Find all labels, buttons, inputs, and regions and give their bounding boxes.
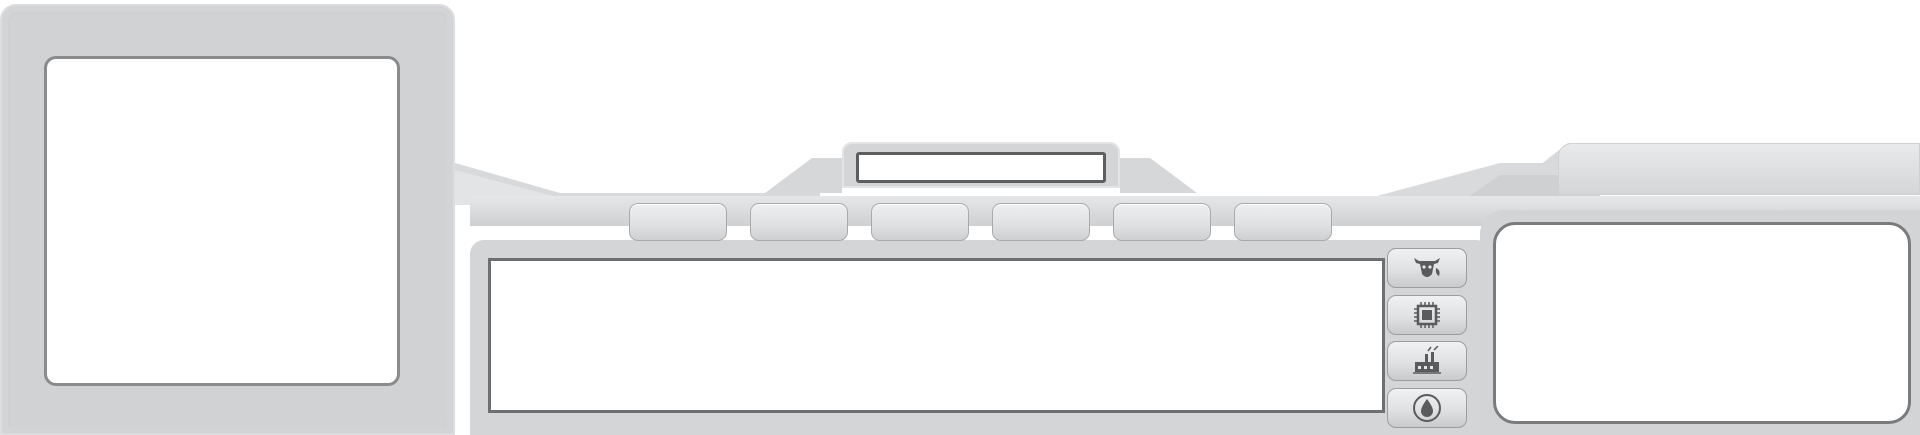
tab-button-3[interactable] — [871, 203, 969, 241]
minimap[interactable] — [44, 56, 400, 386]
tab-button-2[interactable] — [750, 203, 848, 241]
message-area — [488, 258, 1385, 413]
tab-button-6[interactable] — [1234, 203, 1332, 241]
tab-button-1[interactable] — [629, 203, 727, 241]
info-panel — [1493, 222, 1911, 424]
title-field — [856, 152, 1106, 183]
livestock-button[interactable] — [1387, 248, 1467, 288]
industry-button[interactable] — [1387, 341, 1467, 381]
water-drop-icon — [1413, 394, 1441, 422]
tab-button-4[interactable] — [992, 203, 1090, 241]
cow-icon — [1414, 258, 1440, 277]
factory-icon — [1413, 346, 1441, 374]
resource-bar — [1558, 143, 1920, 195]
technology-button[interactable] — [1387, 295, 1467, 335]
tab-button-5[interactable] — [1113, 203, 1211, 241]
water-button[interactable] — [1387, 388, 1467, 428]
chip-icon — [1414, 302, 1440, 328]
